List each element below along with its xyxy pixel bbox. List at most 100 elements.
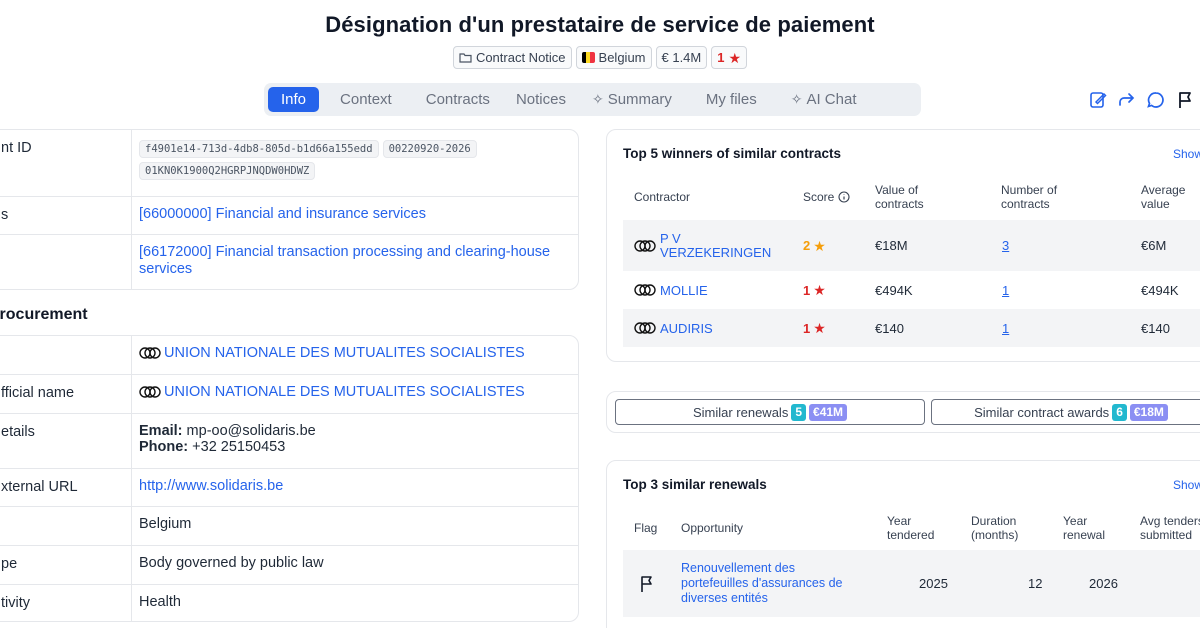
renewal-flag[interactable] xyxy=(639,550,655,617)
winner-name-link[interactable]: P V VERZEKERINGEN xyxy=(660,231,771,260)
renewal-year-renewal: 2026 xyxy=(1089,576,1118,591)
winners-show-link[interactable]: Show xyxy=(1173,147,1200,161)
share-icon[interactable] xyxy=(1115,88,1139,112)
comment-icon[interactable] xyxy=(1144,88,1168,112)
score-value: 1 xyxy=(803,320,811,336)
procurement-label: etails xyxy=(0,414,132,468)
winners-card: Top 5 winners of similar contracts Show … xyxy=(606,129,1200,362)
notice-type-label: Contract Notice xyxy=(475,50,566,65)
winner-row[interactable]: P V VERZEKERINGEN 2 ★ €18M 3 €6M xyxy=(623,220,1200,271)
phone-value[interactable]: +32 25150453 xyxy=(192,439,285,455)
procurement-row: fficial name UNION NATIONALE DES MUTUALI… xyxy=(0,375,578,414)
winner-contractor: AUDIRIS xyxy=(634,309,713,347)
activity-value: Health xyxy=(139,594,181,610)
renewals-value-pill: €41M xyxy=(809,403,848,421)
tab-contracts[interactable]: Contracts xyxy=(413,87,503,112)
phone-label: Phone: xyxy=(139,439,189,455)
winner-average: €494K xyxy=(1141,282,1179,298)
info-icon[interactable] xyxy=(838,191,850,203)
winner-score: 2 ★ xyxy=(803,220,826,271)
detail-value: f4901e14-713d-4db8-805d-b1d66a155edd 0022… xyxy=(132,130,578,196)
procurement-row: etails Email: mp-oo@solidaris.be Phone: … xyxy=(0,414,578,469)
winners-title: Top 5 winners of similar contracts xyxy=(623,146,842,161)
winner-row[interactable]: MOLLIE 1 ★ €494K 1 €494K xyxy=(623,271,1200,309)
id-chip[interactable]: 00220920-2026 xyxy=(382,140,477,158)
organization-icon xyxy=(634,239,656,252)
col-count: Number of contracts xyxy=(1001,183,1058,211)
winner-count-link[interactable]: 3 xyxy=(1002,220,1009,271)
cpv-link[interactable]: [66000000] Financial and insurance servi… xyxy=(139,206,426,222)
flag-icon[interactable] xyxy=(639,575,655,593)
winner-value: €494K xyxy=(875,282,913,298)
winner-average: €6M xyxy=(1141,238,1167,253)
email-value[interactable]: mp-oo@solidaris.be xyxy=(187,423,316,439)
notice-type-badge: Contract Notice xyxy=(452,46,572,69)
id-chip[interactable]: f4901e14-713d-4db8-805d-b1d66a155edd xyxy=(139,140,379,158)
opportunity-link[interactable]: Renouvellement des portefeuilles d'assur… xyxy=(681,561,861,606)
organization-icon xyxy=(139,347,161,359)
tab-info-label: Info xyxy=(281,91,307,108)
star-icon: ★ xyxy=(813,237,826,254)
edit-icon[interactable] xyxy=(1086,88,1110,112)
page-title: Désignation d'un prestataire de service … xyxy=(325,12,875,37)
col-score: Score xyxy=(803,190,850,204)
flag-icon[interactable] xyxy=(1173,88,1197,112)
tab-notices[interactable]: Notices xyxy=(503,87,579,112)
tab-ai-chat[interactable]: ✧ AI Chat xyxy=(778,87,870,112)
col-avg-tenders: Avg tenders submitted xyxy=(1140,514,1200,542)
procurement-label: xternal URL xyxy=(0,469,132,506)
winner-value: €18M xyxy=(875,238,908,253)
winner-name-link[interactable]: AUDIRIS xyxy=(660,321,713,336)
tab-summary-label: Summary xyxy=(607,91,672,108)
winner-row[interactable]: AUDIRIS 1 ★ €140 1 €140 xyxy=(623,309,1200,347)
winner-name-link[interactable]: MOLLIE xyxy=(660,283,708,298)
detail-label: nt ID xyxy=(0,130,132,196)
external-url-link[interactable]: http://www.solidaris.be xyxy=(139,478,283,494)
official-name-link[interactable]: UNION NATIONALE DES MUTUALITES SOCIALIST… xyxy=(164,384,525,400)
col-opportunity: Opportunity xyxy=(681,521,744,535)
procurement-section-title: f procurement xyxy=(0,306,88,323)
tab-summary[interactable]: ✧ Summary xyxy=(579,87,685,112)
similar-awards-button[interactable]: Similar contract awards 6 €18M xyxy=(931,399,1200,425)
score-value: 2 xyxy=(803,238,811,253)
tab-my-files[interactable]: My files xyxy=(693,87,770,112)
awards-count-pill: 6 xyxy=(1112,403,1127,421)
tab-context[interactable]: Context xyxy=(327,87,405,112)
similar-renewals-button[interactable]: Similar renewals 5 €41M xyxy=(615,399,925,425)
procurement-row: tivity Health xyxy=(0,585,578,621)
cpv-link[interactable]: [66172000] Financial transaction process… xyxy=(139,244,550,277)
col-score-label: Score xyxy=(803,190,835,204)
tab-ai-chat-label: AI Chat xyxy=(806,91,857,108)
winner-count-link[interactable]: 1 xyxy=(1002,309,1009,347)
country-value: Belgium xyxy=(139,516,192,532)
renewals-show-link[interactable]: Show xyxy=(1173,478,1200,492)
value-badge: € 1.4M xyxy=(655,46,708,69)
detail-label: s xyxy=(0,197,132,234)
action-toolbar xyxy=(1086,88,1197,112)
procurement-value: UNION NATIONALE DES MUTUALITES SOCIALIST… xyxy=(132,375,578,413)
star-icon: ★ xyxy=(813,282,826,298)
detail-row-cpv-2: [66172000] Financial transaction process… xyxy=(0,235,578,289)
procurement-row: Belgium xyxy=(0,507,578,546)
buyer-link[interactable]: UNION NATIONALE DES MUTUALITES SOCIALIST… xyxy=(164,345,525,361)
tab-info[interactable]: Info xyxy=(268,87,320,112)
procurement-row: pe Body governed by public law xyxy=(0,546,578,585)
renewal-opportunity: Renouvellement des portefeuilles d'assur… xyxy=(681,550,861,617)
belgium-flag-icon xyxy=(581,52,595,63)
col-duration: Duration (months) xyxy=(971,514,1019,542)
col-year-tendered: Year tendered xyxy=(887,514,935,542)
organization-icon xyxy=(139,386,161,398)
renewal-row[interactable]: Renouvellement des portefeuilles d'assur… xyxy=(623,550,1200,617)
tab-bar: Info Context Contracts Notices ✧ Summary … xyxy=(264,83,921,116)
sparkle-icon: ✧ xyxy=(591,91,604,107)
procurement-row: xternal URL http://www.solidaris.be xyxy=(0,469,578,507)
id-chip[interactable]: 01KN0K1900Q2HGRPJNQDW0HDWZ xyxy=(139,162,316,180)
tab-notices-label: Notices xyxy=(515,91,566,108)
similar-buttons-card: Similar renewals 5 €41M Similar contract… xyxy=(606,391,1200,433)
col-year-renewal: Year renewal xyxy=(1063,514,1106,542)
tab-my-files-label: My files xyxy=(705,91,757,108)
email-label: Email: xyxy=(139,423,183,439)
winner-count-link[interactable]: 1 xyxy=(1002,271,1009,309)
procurement-value: UNION NATIONALE DES MUTUALITES SOCIALIST… xyxy=(132,336,578,374)
star-icon: ★ xyxy=(813,320,826,336)
